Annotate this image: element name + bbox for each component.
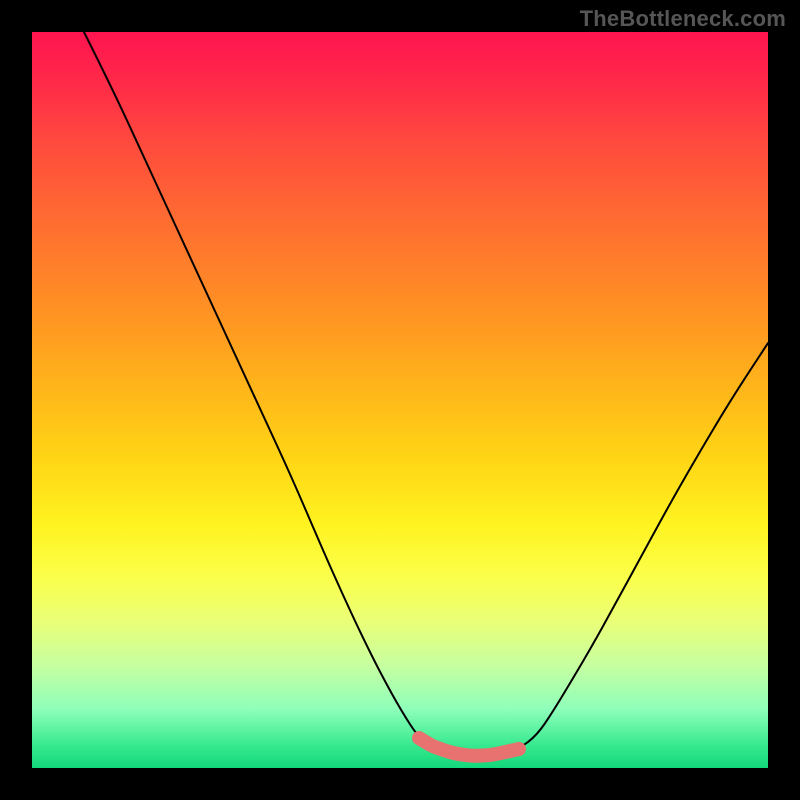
bottleneck-curve bbox=[32, 32, 768, 768]
attribution-text: TheBottleneck.com bbox=[580, 6, 786, 32]
chart-container: TheBottleneck.com bbox=[0, 0, 800, 800]
plot-area bbox=[32, 32, 768, 768]
